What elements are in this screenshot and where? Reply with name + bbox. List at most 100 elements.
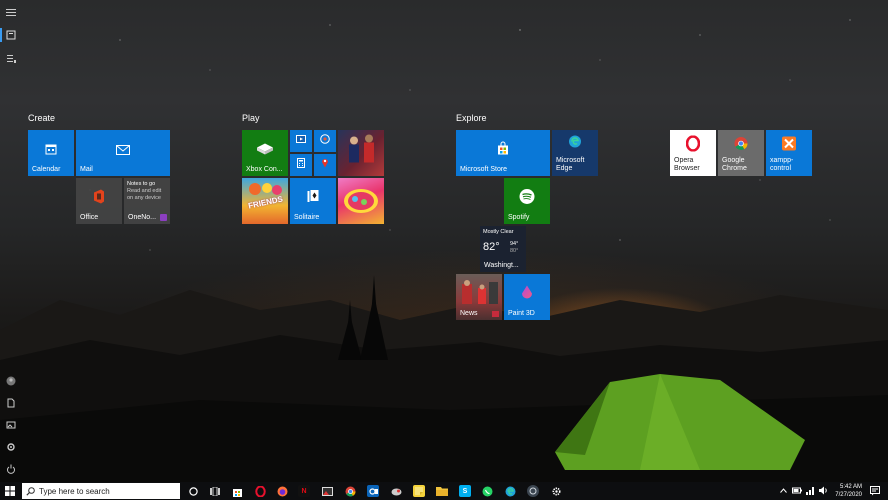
all-apps-icon[interactable] [4,52,18,66]
whatsapp-taskbar-icon[interactable] [481,485,493,497]
start-button[interactable] [0,482,20,500]
taskbar-search-box[interactable]: Type here to search [22,483,180,499]
tile-calendar[interactable]: Calendar [28,130,74,176]
tile-label: Google Chrome [722,157,747,172]
onenote-note-preview: Notes to go Read and edit on any device [127,181,168,202]
store-taskbar-icon[interactable] [231,485,243,497]
tile-maps[interactable] [314,154,336,176]
office-logo-icon [93,189,105,208]
hamburger-menu-icon[interactable] [4,6,18,20]
tile-label: Office [80,214,99,221]
clock-time: 5:42 AM [839,484,862,490]
spotify-logo-icon [519,188,535,209]
windows-logo-icon [5,486,15,496]
tile-opera-browser[interactable]: Opera Browser [670,130,716,176]
tile-label: Mail [80,166,93,173]
onenote-note-body: Read and edit on any device [127,188,162,201]
tile-candy-crush[interactable] [338,178,384,224]
tile-onenote[interactable]: Notes to go Read and edit on any device … [124,178,170,224]
task-view-icon[interactable] [209,485,221,497]
tile-label: Microsoft Store [460,166,508,173]
opera-logo-icon [685,135,701,157]
sticky-notes-taskbar-icon[interactable] [413,485,425,497]
tile-label: Solitaire [294,214,320,221]
cortana-icon[interactable] [187,485,199,497]
tile-spotify[interactable]: Spotify [504,178,550,224]
news-badge-icon [492,311,499,317]
onenote-note-title: Notes to go [127,181,156,187]
firefox-taskbar-icon[interactable] [276,485,288,497]
start-left-rail [0,0,22,482]
news-photo-image [462,280,498,304]
pinned-tiles-icon[interactable] [4,28,18,42]
movies-play-icon [296,131,306,149]
group-title-create: Create [28,113,56,123]
battery-icon[interactable] [792,487,802,496]
chrome-logo-icon [734,137,748,156]
tile-movies-tv[interactable] [290,130,312,152]
action-center-icon[interactable] [870,486,880,498]
app-taskbar-icon[interactable] [527,485,539,497]
friends-logo-text: FRIENDS [247,194,284,211]
tile-office[interactable]: Office [76,178,122,224]
search-icon [26,486,35,496]
tile-xampp-control[interactable]: xampp-control [766,130,812,176]
tile-google-chrome[interactable]: Google Chrome [718,130,764,176]
edge-taskbar-icon[interactable] [504,485,516,497]
weather-high: 94° [510,241,519,247]
weather-condition: Mostly Clear [483,229,514,235]
sports-players-image [341,130,381,173]
documents-icon[interactable] [4,396,18,410]
file-explorer-taskbar-icon[interactable] [436,485,448,497]
opera-taskbar-icon[interactable] [254,485,266,497]
network-icon[interactable] [806,486,815,497]
settings-gear-icon[interactable] [4,440,18,454]
group-title-explore: Explore [456,113,487,123]
tile-label: Washingt... [484,262,519,269]
hidden-icons-chevron-icon[interactable] [780,488,787,495]
chrome-taskbar-icon[interactable] [344,485,356,497]
music-disc-icon [320,131,330,149]
paint-3d-drop-icon [521,284,533,305]
volume-icon[interactable] [819,486,828,497]
netflix-taskbar-icon[interactable]: N [298,485,310,497]
tile-microsoft-store[interactable]: Microsoft Store [456,130,550,176]
group-title-play: Play [242,113,260,123]
tile-candy-crush-friends[interactable]: FRIENDS [242,178,288,224]
media-taskbar-icon[interactable] [390,485,402,497]
xbox-console-icon [255,141,275,160]
settings-taskbar-icon[interactable] [550,485,562,497]
weather-temperature: 82° [483,241,500,253]
wallpaper-stars [89,19,851,251]
skype-taskbar-icon[interactable]: S [459,485,471,497]
pictures-icon[interactable] [4,418,18,432]
taskbar-clock[interactable]: 5:42 AM 7/27/2020 [835,483,862,499]
tile-calculator[interactable] [290,154,312,176]
store-bag-icon [496,141,510,160]
tile-news[interactable]: News [456,274,502,320]
search-placeholder: Type here to search [39,486,110,496]
photos-taskbar-icon[interactable] [321,485,333,497]
calendar-icon [45,142,57,160]
tile-sports-game[interactable] [338,130,384,176]
tile-mail[interactable]: Mail [76,130,170,176]
power-icon[interactable] [4,462,18,476]
tile-groove-music[interactable] [314,130,336,152]
user-account-icon[interactable] [4,374,18,388]
tile-label: xampp-control [770,157,794,172]
candy-characters-image [249,183,282,195]
tile-xbox-console-companion[interactable]: Xbox Con... [242,130,288,176]
active-indicator [0,28,2,42]
calculator-icon [297,155,305,173]
weather-low: 80° [510,248,519,254]
tile-label: OneNo... [128,214,157,221]
tile-microsoft-edge[interactable]: Microsoft Edge [552,130,598,176]
candy-crush-logo-image [344,189,378,213]
tile-label: Calendar [32,166,61,173]
tile-solitaire[interactable]: Solitaire [290,178,336,224]
tile-paint-3d[interactable]: Paint 3D [504,274,550,320]
tile-label: Opera Browser [674,157,700,172]
outlook-taskbar-icon[interactable] [367,485,379,497]
xampp-logo-icon [782,136,796,156]
tile-weather[interactable]: Mostly Clear 82° 94° 80° Washingt... [480,226,526,272]
